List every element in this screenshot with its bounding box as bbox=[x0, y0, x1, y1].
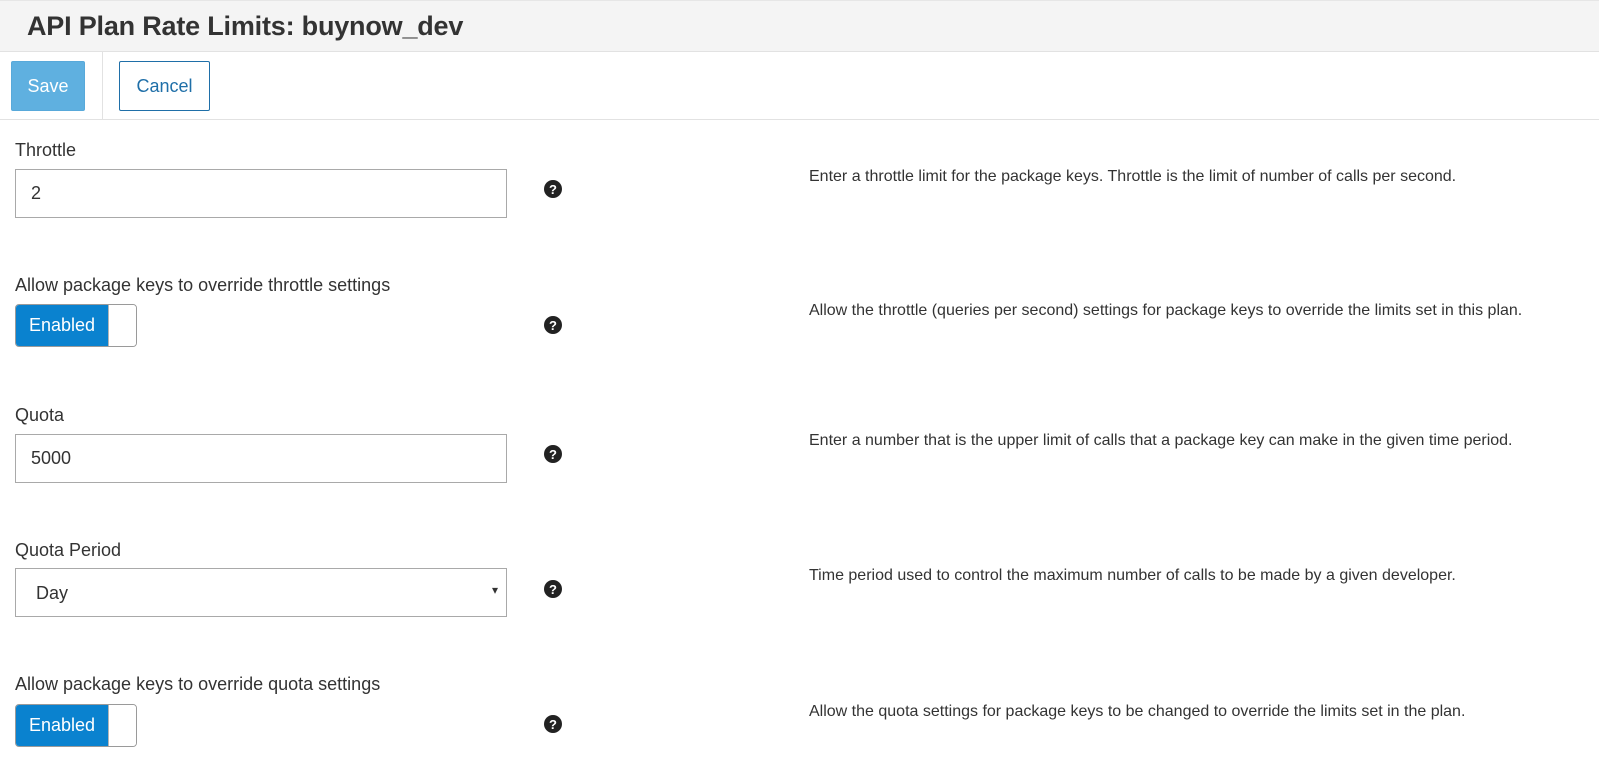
quota-description: Enter a number that is the upper limit o… bbox=[809, 432, 1513, 449]
quota-input[interactable] bbox=[15, 434, 507, 483]
override-quota-description: Allow the quota settings for package key… bbox=[809, 703, 1466, 720]
toolbar-divider bbox=[102, 52, 103, 119]
toggle-knob bbox=[108, 305, 136, 346]
override-throttle-toggle[interactable]: Enabled bbox=[15, 304, 137, 347]
chevron-down-icon: ▾ bbox=[491, 583, 498, 597]
override-quota-label: Allow package keys to override quota set… bbox=[15, 674, 381, 694]
cancel-button[interactable]: Cancel bbox=[119, 61, 210, 111]
quota-period-description: Time period used to control the maximum … bbox=[809, 567, 1456, 584]
page-title: API Plan Rate Limits: buynow_dev bbox=[27, 11, 464, 41]
page-header: API Plan Rate Limits: buynow_dev bbox=[0, 0, 1599, 52]
override-throttle-label: Allow package keys to override throttle … bbox=[15, 275, 391, 295]
question-circle-icon[interactable]: ? bbox=[544, 580, 562, 598]
throttle-description: Enter a throttle limit for the package k… bbox=[809, 168, 1457, 185]
toggle-state-label: Enabled bbox=[16, 705, 108, 746]
toolbar: Save Cancel bbox=[0, 52, 1599, 120]
throttle-label: Throttle bbox=[15, 140, 77, 160]
page: API Plan Rate Limits: buynow_dev Save Ca… bbox=[0, 0, 1599, 778]
override-throttle-description: Allow the throttle (queries per second) … bbox=[809, 302, 1523, 319]
save-button[interactable]: Save bbox=[11, 61, 85, 111]
question-circle-icon[interactable]: ? bbox=[544, 445, 562, 463]
quota-period-label: Quota Period bbox=[15, 540, 122, 560]
quota-period-select[interactable]: Day ▾ bbox=[15, 568, 507, 617]
override-quota-toggle[interactable]: Enabled bbox=[15, 704, 137, 747]
question-circle-icon[interactable]: ? bbox=[544, 715, 562, 733]
quota-label: Quota bbox=[15, 405, 65, 425]
throttle-input[interactable] bbox=[15, 169, 507, 218]
toggle-knob bbox=[108, 705, 136, 746]
question-circle-icon[interactable]: ? bbox=[544, 316, 562, 334]
toggle-state-label: Enabled bbox=[16, 305, 108, 346]
question-circle-icon[interactable]: ? bbox=[544, 180, 562, 198]
quota-period-selected: Day bbox=[36, 583, 69, 603]
